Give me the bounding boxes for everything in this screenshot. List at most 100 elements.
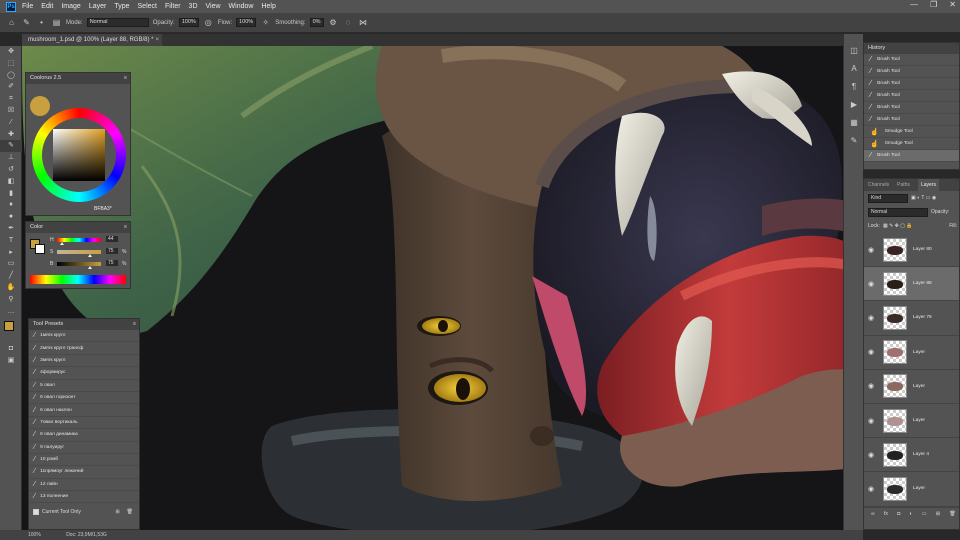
- type-tool-icon[interactable]: T: [0, 235, 22, 247]
- zoom-level[interactable]: 100%: [28, 532, 41, 538]
- menu-help[interactable]: Help: [261, 3, 275, 10]
- layer-name[interactable]: Layer 4: [913, 452, 929, 457]
- crop-tool-icon[interactable]: ⌗: [0, 93, 22, 105]
- slider-track[interactable]: [57, 262, 101, 266]
- layer-row[interactable]: ◉ Layer 80: [864, 233, 959, 268]
- visibility-eye-icon[interactable]: ◉: [864, 348, 878, 356]
- visibility-eye-icon[interactable]: ◉: [864, 382, 878, 390]
- pen-tool-icon[interactable]: ✒: [0, 223, 22, 235]
- pressure-opacity-icon[interactable]: ◎: [203, 17, 214, 28]
- menu-select[interactable]: Select: [138, 3, 157, 10]
- history-item[interactable]: ⁄ Brush Tool: [864, 90, 959, 102]
- layer-row[interactable]: ◉ Layer 4: [864, 438, 959, 473]
- tool-preset-item[interactable]: ⁄ 2мягк кругл трансф: [29, 342, 139, 355]
- lasso-tool-icon[interactable]: ◯: [0, 70, 22, 82]
- slider-value[interactable]: 75: [106, 248, 118, 254]
- quick-select-tool-icon[interactable]: ✐: [0, 81, 22, 93]
- marquee-tool-icon[interactable]: ⬚: [0, 58, 22, 70]
- tab-layers[interactable]: Layers: [917, 179, 939, 191]
- path-select-tool-icon[interactable]: ▸: [0, 247, 22, 259]
- layer-name[interactable]: Layer: [913, 418, 925, 423]
- tool-preset-item[interactable]: ⁄ 3мягк кругл: [29, 355, 139, 368]
- paragraph-icon[interactable]: ¶: [844, 78, 864, 96]
- eraser-tool-icon[interactable]: ◧: [0, 176, 22, 188]
- brush-preset-icon[interactable]: ✎: [21, 17, 32, 28]
- tool-preset-item[interactable]: ⁄ 11прямоуг лежачий: [29, 466, 139, 479]
- tool-preset-item[interactable]: ⁄ 6 овал наклон: [29, 404, 139, 417]
- panel-menu-icon[interactable]: ≡: [124, 73, 127, 84]
- layer-name[interactable]: Layer 88: [913, 281, 932, 286]
- menu-3d[interactable]: 3D: [189, 3, 198, 10]
- color-bg-swatch[interactable]: [35, 244, 45, 254]
- history-item[interactable]: ⁄ Brush Tool: [864, 114, 959, 126]
- history-item[interactable]: ⁄ Brush Tool: [864, 54, 959, 66]
- panel-menu-icon[interactable]: ≡: [124, 222, 127, 233]
- tool-preset-item[interactable]: ⁄ 4формирус: [29, 367, 139, 380]
- hand-tool-icon[interactable]: ✋: [0, 282, 22, 294]
- tool-preset-item[interactable]: ⁄ 1мягк кругл: [29, 330, 139, 343]
- filter-icons[interactable]: ▣ ◐ T ▭ ◉: [911, 195, 936, 201]
- slider-track[interactable]: [57, 250, 101, 254]
- stamp-tool-icon[interactable]: ⊥: [0, 152, 22, 164]
- tool-preset-item[interactable]: ⁄ 8 овал динамика: [29, 429, 139, 442]
- history-brush-tool-icon[interactable]: ↺: [0, 164, 22, 176]
- slider-knob[interactable]: [88, 254, 92, 257]
- layer-row[interactable]: ◉ Layer 88: [864, 267, 959, 302]
- delete-layer-icon[interactable]: 🗑: [949, 511, 955, 517]
- blur-tool-icon[interactable]: ♦: [0, 199, 22, 211]
- new-group-icon[interactable]: ▭: [922, 511, 927, 517]
- lock-icons[interactable]: ▦ ✎ ✥ ▢ 🔒: [883, 223, 913, 229]
- history-item[interactable]: ☝ Smudge Tool: [864, 138, 959, 150]
- gradient-tool-icon[interactable]: ▮: [0, 188, 22, 200]
- layer-name[interactable]: Layer 80: [913, 247, 932, 252]
- visibility-eye-icon[interactable]: ◉: [864, 314, 878, 322]
- brush-settings-icon[interactable]: ▤: [51, 17, 62, 28]
- layer-name[interactable]: Layer: [913, 350, 925, 355]
- slider-value[interactable]: 75: [106, 260, 118, 266]
- slider-value[interactable]: 44: [106, 236, 118, 242]
- blend-mode-select[interactable]: Normal: [868, 207, 928, 217]
- history-item[interactable]: ⁄ Brush Tool: [864, 102, 959, 114]
- document-tab[interactable]: mushroom_1.psd @ 100% (Layer 88, RGB/8) …: [22, 34, 162, 46]
- menu-window[interactable]: Window: [229, 3, 254, 10]
- canvas-area[interactable]: [22, 46, 863, 530]
- menu-view[interactable]: View: [206, 3, 221, 10]
- menu-filter[interactable]: Filter: [165, 3, 181, 10]
- mode-select[interactable]: Normal: [86, 18, 149, 27]
- opacity-field[interactable]: 100%: [178, 18, 199, 27]
- slider-knob[interactable]: [88, 266, 92, 269]
- history-item[interactable]: ⁄ Brush Tool: [864, 66, 959, 78]
- tool-preset-item[interactable]: ⁄ 13 полнениe: [29, 491, 139, 504]
- brush-size-icon[interactable]: •: [36, 17, 47, 28]
- tool-preset-item[interactable]: ⁄ 5 овал: [29, 380, 139, 392]
- layer-row[interactable]: ◉ Layer 76: [864, 301, 959, 336]
- pressure-size-icon[interactable]: ◌: [343, 17, 354, 28]
- link-layers-icon[interactable]: ∞: [871, 511, 875, 517]
- layer-row[interactable]: ◉ Layer: [864, 336, 959, 370]
- screen-mode-icon[interactable]: ▣: [0, 355, 22, 367]
- maximize-button[interactable]: ❐: [930, 0, 937, 9]
- tab-paths[interactable]: Paths: [897, 179, 910, 191]
- smoothing-field[interactable]: 0%: [309, 18, 324, 27]
- tool-preset-item[interactable]: ⁄ 9 палуируг: [29, 442, 139, 454]
- visibility-eye-icon[interactable]: ◉: [864, 451, 878, 459]
- layer-kind-select[interactable]: Kind: [868, 193, 908, 203]
- layer-row[interactable]: ◉ Layer: [864, 370, 959, 404]
- minimize-button[interactable]: —: [910, 0, 918, 9]
- adjustment-layer-icon[interactable]: ◐: [910, 511, 913, 517]
- menu-layer[interactable]: Layer: [89, 3, 107, 10]
- tool-preset-item[interactable]: ⁄ 7овал вертикаль: [29, 417, 139, 430]
- zoom-tool-icon[interactable]: ⚲: [0, 294, 22, 306]
- visibility-eye-icon[interactable]: ◉: [864, 280, 878, 288]
- add-mask-icon[interactable]: ◘: [897, 511, 900, 517]
- menu-file[interactable]: File: [22, 3, 33, 10]
- quick-mask-icon[interactable]: ◘: [0, 343, 22, 355]
- visibility-eye-icon[interactable]: ◉: [864, 485, 878, 493]
- brush-settings-panel-icon[interactable]: ✎: [844, 132, 864, 150]
- close-window-button[interactable]: ✕: [949, 0, 956, 9]
- visibility-eye-icon[interactable]: ◉: [864, 417, 878, 425]
- brush-tool-icon[interactable]: ✎: [0, 140, 22, 153]
- dodge-tool-icon[interactable]: ●: [0, 211, 22, 223]
- coolorus-hex-value[interactable]: BFBA3*: [94, 206, 112, 212]
- layer-row[interactable]: ◉ Layer: [864, 404, 959, 439]
